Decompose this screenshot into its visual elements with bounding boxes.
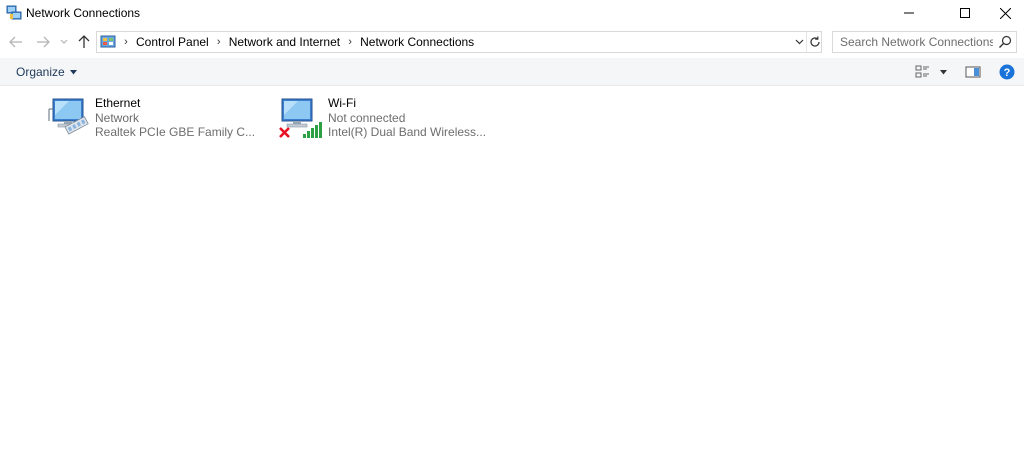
search-input[interactable]	[833, 32, 993, 52]
preview-pane-icon	[965, 66, 981, 78]
help-button[interactable]: ?	[998, 63, 1016, 81]
connection-status: Network	[95, 110, 140, 125]
connection-details: Wi-Fi Not connected Intel(R) Dual Band W…	[328, 96, 486, 140]
view-options-icon	[915, 65, 929, 78]
help-icon: ?	[999, 64, 1015, 80]
svg-text:?: ?	[1004, 67, 1011, 79]
arrow-right-icon	[37, 36, 50, 48]
breadcrumb: › Control Panel › Network and Internet ›…	[119, 35, 477, 49]
chevron-down-icon	[795, 39, 803, 45]
address-bar[interactable]: › Control Panel › Network and Internet ›…	[96, 31, 822, 53]
wifi-adapter-icon	[278, 95, 326, 143]
window-title: Network Connections	[26, 6, 141, 20]
list-item[interactable]: Ethernet Network Realtek PCIe GBE Family…	[45, 95, 265, 143]
search-icon[interactable]	[997, 34, 1013, 50]
connections-list: Ethernet Network Realtek PCIe GBE Family…	[0, 87, 1024, 457]
connection-name: Wi-Fi	[328, 96, 356, 110]
breadcrumb-network-and-internet[interactable]: Network and Internet	[226, 35, 343, 49]
refresh-button[interactable]	[806, 32, 822, 52]
breadcrumb-control-panel[interactable]: Control Panel	[133, 35, 212, 49]
search-box[interactable]	[832, 31, 1017, 53]
breadcrumb-separator-icon[interactable]: ›	[343, 36, 357, 48]
caret-down-icon	[939, 69, 947, 74]
navigation-bar: › Control Panel › Network and Internet ›…	[0, 28, 1024, 56]
title-bar: Network Connections	[0, 0, 1024, 26]
minimize-icon	[904, 12, 914, 14]
list-item[interactable]: Wi-Fi Not connected Intel(R) Dual Band W…	[278, 95, 498, 143]
up-button[interactable]	[75, 33, 93, 51]
close-button[interactable]	[982, 0, 1024, 26]
recent-locations-button[interactable]	[58, 33, 70, 51]
connection-name: Ethernet	[95, 96, 141, 110]
change-view-button[interactable]	[914, 63, 932, 81]
maximize-icon	[960, 8, 970, 18]
forward-button[interactable]	[34, 33, 52, 51]
minimize-button[interactable]	[886, 0, 932, 26]
breadcrumb-network-connections[interactable]: Network Connections	[357, 35, 477, 49]
disconnected-x-icon	[279, 127, 290, 138]
breadcrumb-separator-icon[interactable]: ›	[212, 36, 226, 48]
caret-down-icon	[69, 69, 77, 74]
organize-button[interactable]: Organize	[10, 63, 83, 81]
refresh-icon	[809, 36, 820, 47]
preview-pane-button[interactable]	[964, 63, 982, 81]
chevron-down-icon	[60, 39, 68, 44]
network-connections-app-icon	[6, 5, 22, 21]
view-dropdown-button[interactable]	[937, 63, 949, 81]
address-history-button[interactable]	[791, 32, 807, 52]
organize-label: Organize	[16, 65, 65, 79]
control-panel-icon	[100, 34, 116, 50]
back-button[interactable]	[7, 33, 25, 51]
connection-device: Realtek PCIe GBE Family C...	[95, 125, 256, 139]
close-icon	[999, 7, 1011, 19]
breadcrumb-separator-icon[interactable]: ›	[119, 36, 133, 48]
connection-details: Ethernet Network Realtek PCIe GBE Family…	[95, 96, 255, 140]
connection-device: Intel(R) Dual Band Wireless...	[328, 125, 487, 139]
command-bar: Organize ?	[0, 58, 1024, 86]
arrow-left-icon	[9, 36, 22, 48]
arrow-up-icon	[78, 35, 90, 48]
ethernet-adapter-icon	[45, 95, 93, 143]
connection-status: Not connected	[328, 110, 406, 125]
